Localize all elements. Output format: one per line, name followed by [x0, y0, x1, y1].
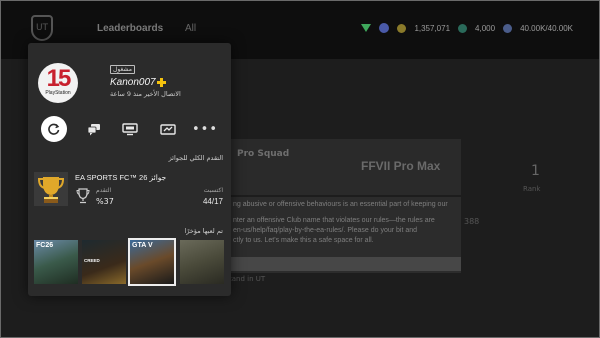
tab-all[interactable]: All: [185, 23, 196, 34]
ffvii-title: FFVII Pro Max: [361, 159, 441, 173]
share-screen-button[interactable]: [117, 116, 143, 142]
stat-value: 1: [531, 163, 540, 179]
club-badge-icon: [379, 23, 390, 33]
trophy-image: [34, 172, 68, 206]
squad-card-title: Pro Squad: [237, 149, 290, 159]
tab-leaderboards[interactable]: Leaderboards: [97, 23, 163, 34]
notice-footer: tand in UT: [229, 275, 266, 283]
view-profile-button[interactable]: [41, 116, 67, 142]
game-tile-label: GTA V: [132, 242, 153, 249]
earned-value: 44/17: [202, 197, 223, 206]
avatar[interactable]: 15 PlayStation: [38, 63, 78, 103]
trophy-cup-icon: [76, 188, 90, 204]
ps-plus-icon: [157, 78, 166, 87]
notice-line: ctly to us. Let's make this a safe space…: [233, 237, 374, 244]
recently-played-list: FC26 CREED GTA V: [34, 238, 234, 286]
coins-icon: [397, 23, 407, 33]
message-button[interactable]: [81, 116, 107, 142]
ut-logo-icon: UT: [31, 15, 53, 41]
more-options-button[interactable]: •••: [192, 116, 218, 142]
game-tile-gta-v[interactable]: GTA V: [128, 238, 176, 286]
avatar-number: 15: [46, 65, 72, 92]
screen-frame: UT Leaderboards All 1,357,071 4,000 40.0…: [0, 0, 600, 338]
last-online-text: الاتصال الأخير منذ 9 ساعة: [110, 90, 181, 98]
game-tile-battlefield[interactable]: [180, 240, 224, 284]
trophy-game-name: EA SPORTS FC™ 26 جوائز: [75, 173, 167, 182]
screen-share-icon: [122, 122, 138, 135]
rating-value: 40.00K/40.00K: [520, 23, 573, 33]
side-value: 388: [464, 217, 480, 226]
chat-bubbles-icon: [87, 123, 100, 135]
remote-play-icon: [160, 123, 176, 135]
gold-trophy-icon: [37, 177, 65, 203]
notice-line: ng abusive or offensive behaviours is an…: [233, 201, 448, 208]
rating-icon: [503, 23, 513, 33]
recently-played-title: تم لعبها مؤخرًا: [184, 227, 223, 235]
more-options-icon: •••: [192, 121, 219, 137]
username: Kanon007: [110, 77, 156, 88]
notice-button[interactable]: [229, 257, 461, 271]
trophy-section-title: التقدم الكلي للجوائز: [168, 154, 223, 162]
refresh-circle-icon: [48, 123, 60, 135]
connection-icon: [361, 24, 372, 32]
progress-value: %37: [96, 197, 114, 206]
progress-label: التقدم: [96, 187, 112, 194]
notice-line: en-us/help/faq/play-by-the-ea-rules/. Pl…: [233, 227, 418, 234]
status-badge: مشغول: [110, 65, 135, 74]
trophy-progress-card[interactable]: EA SPORTS FC™ 26 جوائز التقدم %37 اكتسبت…: [28, 167, 231, 217]
game-tile-assassins-creed[interactable]: CREED: [82, 240, 126, 284]
avatar-brand: PlayStation: [45, 90, 71, 96]
earned-label: اكتسبت: [203, 187, 223, 194]
game-tile-label: FC26: [36, 242, 54, 249]
points-icon: [458, 23, 468, 33]
profile-actions: •••: [28, 116, 231, 142]
notice-line: nter an offensive Club name that violate…: [233, 217, 435, 224]
remote-play-button[interactable]: [155, 116, 181, 142]
game-tile-label: CREED: [84, 258, 100, 263]
currency-bar: 1,357,071 4,000 40.00K/40.00K: [361, 23, 573, 33]
profile-quick-panel: 15 PlayStation مشغول Kanon007 الاتصال ال…: [28, 43, 231, 296]
game-tile-fc26[interactable]: FC26: [34, 240, 78, 284]
points-value: 4,000: [475, 23, 496, 33]
coins-value: 1,357,071: [414, 23, 451, 33]
stat-label: Rank: [523, 185, 541, 193]
